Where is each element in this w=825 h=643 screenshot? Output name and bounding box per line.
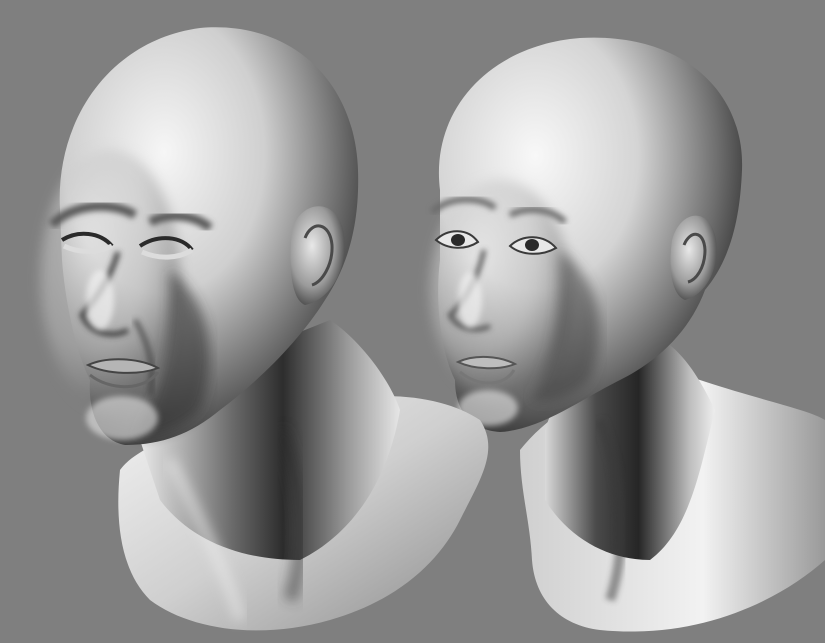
render-viewport [0, 0, 825, 643]
female-head [430, 37, 825, 632]
male-head [40, 27, 489, 631]
sculpt-render [40, 27, 825, 632]
